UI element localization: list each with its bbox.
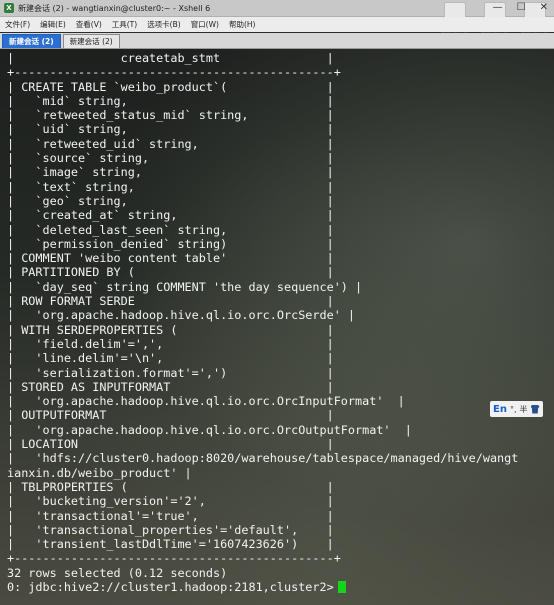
- terminal-line: | `retweeted_status_mid` string, |: [7, 108, 334, 123]
- terminal-line: | STORED AS INPUTFORMAT |: [7, 379, 334, 394]
- terminal-line: | 'field.delim'=',', |: [7, 336, 334, 351]
- terminal-line: 32 rows selected (0.12 seconds): [7, 565, 228, 580]
- ime-skin-icon: [530, 404, 540, 414]
- minimize-button[interactable]: —: [493, 1, 503, 15]
- tab-session[interactable]: 新建会话 (2): [62, 34, 120, 48]
- terminal-line: | 'org.apache.hadoop.hive.ql.io.orc.OrcI…: [7, 394, 405, 409]
- terminal-line: | `image` string, |: [7, 165, 334, 180]
- terminal-line: | CREATE TABLE `weibo_product`( |: [7, 79, 334, 94]
- terminal-line: +---------------------------------------…: [7, 551, 341, 566]
- ime-width: 半: [519, 404, 528, 414]
- terminal-line: | WITH SERDEPROPERTIES ( |: [7, 322, 334, 337]
- terminal-line: | 'bucketing_version'='2', |: [7, 494, 334, 509]
- window-controls: — ☐ ✕: [493, 1, 548, 15]
- ime-punctuation: °,: [509, 404, 517, 414]
- terminal-line: | TBLPROPERTIES ( |: [7, 479, 334, 494]
- terminal-line: | ROW FORMAT SERDE |: [7, 294, 334, 309]
- terminal-line: ianxin.db/weibo_product' |: [7, 465, 192, 480]
- menu-bar: 文件(F) 编辑(E) 查看(V) 工具(T) 选项卡(B) 窗口(W) 帮助(…: [0, 17, 554, 32]
- terminal-line: | 'serialization.format'=',') |: [7, 365, 334, 380]
- terminal-line: +---------------------------------------…: [7, 65, 341, 80]
- terminal-line: | `deleted_last_seen` string, |: [7, 222, 334, 237]
- terminal-line: | `uid` string, |: [7, 122, 334, 137]
- terminal-line: | `created_at` string, |: [7, 208, 334, 223]
- terminal-line: | `geo` string, |: [7, 193, 334, 208]
- terminal-line: | `text` string, |: [7, 179, 334, 194]
- terminal-line: | `permission_denied` string) |: [7, 236, 334, 251]
- terminal-line: | COMMENT 'weibo content table' |: [7, 251, 334, 266]
- terminal-line: | `mid` string, |: [7, 93, 334, 108]
- close-button[interactable]: ✕: [540, 1, 548, 15]
- terminal-line: | 'org.apache.hadoop.hive.ql.io.orc.OrcO…: [7, 422, 412, 437]
- terminal-line: | 'transactional_properties'='default', …: [7, 522, 334, 537]
- terminal-line: | `day_seq` string COMMENT 'the day sequ…: [7, 279, 363, 294]
- terminal-line: | OUTPUTFORMAT |: [7, 408, 334, 423]
- menu-edit[interactable]: 编辑(E): [35, 19, 71, 30]
- terminal-line: | 'transactional'='true', |: [7, 508, 334, 523]
- terminal-line: | createtab_stmt |: [7, 51, 334, 65]
- ime-indicator[interactable]: En °, 半: [490, 401, 543, 417]
- menu-tools[interactable]: 工具(T): [107, 19, 142, 30]
- menu-help[interactable]: 帮助(H): [224, 19, 261, 30]
- terminal-line: | 'org.apache.hadoop.hive.ql.io.orc.OrcS…: [7, 308, 356, 323]
- ime-language: En: [493, 403, 507, 415]
- maximize-button[interactable]: ☐: [517, 1, 526, 15]
- menu-view[interactable]: 查看(V): [71, 19, 107, 30]
- terminal-line: | `retweeted_uid` string, |: [7, 136, 334, 151]
- terminal-line: | 'transient_lastDdlTime'='1607423626') …: [7, 537, 334, 552]
- terminal-line: | `source` string, |: [7, 151, 334, 166]
- session-tab-bar: 新建会话 (2) 新建会话 (2): [0, 33, 554, 49]
- menu-tabs[interactable]: 选项卡(B): [142, 19, 186, 30]
- terminal-area[interactable]: | createtab_stmt | +---------------------…: [0, 49, 554, 605]
- terminal-line: | LOCATION |: [7, 437, 334, 452]
- menu-file[interactable]: 文件(F): [0, 19, 35, 30]
- tab-session-active[interactable]: 新建会话 (2): [2, 34, 61, 48]
- title-bar: X 新建会话 (2) - wangtianxin@cluster0:~ - Xs…: [0, 0, 554, 35]
- window-title: 新建会话 (2) - wangtianxin@cluster0:~ - Xshe…: [18, 3, 211, 13]
- terminal-cursor: [337, 580, 346, 593]
- xshell-app-icon: X: [4, 3, 14, 13]
- terminal-output: | createtab_stmt | +---------------------…: [7, 51, 518, 594]
- terminal-line: | 'hdfs://cluster0.hadoop:8020/warehouse…: [7, 451, 519, 466]
- terminal-line: | 'line.delim'='\n', |: [7, 351, 334, 366]
- menu-window[interactable]: 窗口(W): [186, 19, 224, 30]
- terminal-prompt-line[interactable]: 0: jdbc:hive2://cluster1.hadoop:2181,clu…: [7, 580, 518, 594]
- terminal-prompt: 0: jdbc:hive2://cluster1.hadoop:2181,clu…: [7, 579, 334, 594]
- terminal-line: | PARTITIONED BY ( |: [7, 265, 334, 280]
